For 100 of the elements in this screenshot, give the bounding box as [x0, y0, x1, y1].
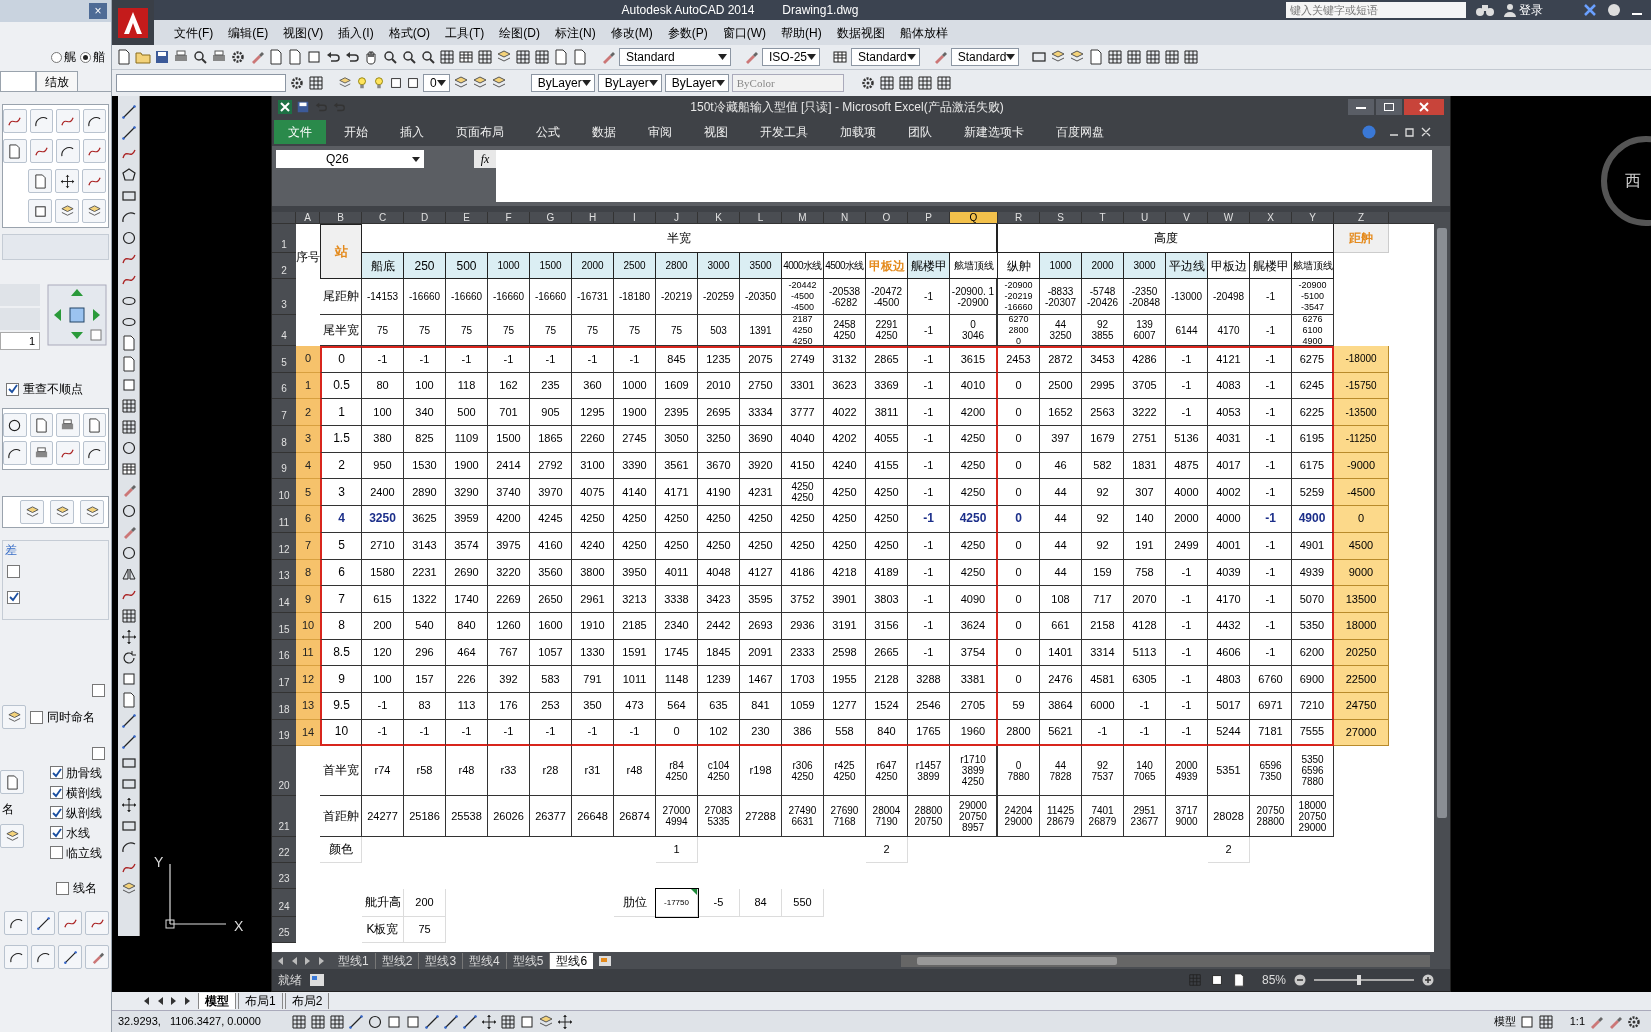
row-header[interactable]: 20 — [272, 746, 296, 797]
menu-item[interactable]: 工具(T) — [445, 23, 485, 42]
column-header[interactable]: R — [998, 212, 1040, 224]
square-icon[interactable] — [1209, 973, 1224, 987]
row-header[interactable]: 24 — [272, 889, 296, 918]
circle-icon[interactable] — [120, 503, 137, 519]
circle-icon[interactable] — [120, 440, 137, 456]
line-icon[interactable] — [120, 125, 137, 141]
linetype-dropdown[interactable]: ByLayer — [597, 74, 662, 92]
spreadsheet-logo-icon[interactable] — [278, 100, 292, 114]
column-header[interactable]: Q — [950, 212, 998, 224]
grid-icon[interactable] — [1145, 49, 1162, 65]
column-header[interactable]: A — [296, 212, 320, 224]
maximize-button[interactable] — [1376, 99, 1402, 115]
grid-icon[interactable] — [439, 49, 455, 65]
menu-item[interactable]: 修改(M) — [610, 23, 653, 42]
menu-item[interactable]: 格式(O) — [388, 23, 430, 42]
gear-icon[interactable] — [230, 49, 246, 65]
ribbon-tab[interactable]: 百度网盘 — [1042, 120, 1118, 144]
polygon-icon[interactable] — [120, 167, 137, 183]
circle-icon[interactable] — [120, 545, 137, 561]
checkbox[interactable] — [50, 766, 63, 779]
circle-icon[interactable] — [120, 230, 137, 246]
sign-in-link[interactable]: 登录 — [1519, 1, 1543, 19]
ribbon-tab[interactable]: 文件 — [274, 120, 326, 144]
row-header[interactable]: 11 — [272, 506, 296, 533]
grid-icon[interactable] — [935, 75, 952, 91]
line-icon[interactable] — [120, 734, 137, 750]
column-header[interactable]: Y — [1292, 212, 1334, 224]
grid-icon[interactable] — [1164, 49, 1181, 65]
new-sheet-icon[interactable] — [597, 954, 614, 967]
model-space-button[interactable]: 模型 — [1493, 1013, 1516, 1030]
grid-icon[interactable] — [1126, 49, 1143, 65]
column-header[interactable]: G — [530, 212, 572, 224]
search-field[interactable]: 键入关键字或短语 — [1286, 2, 1466, 18]
layers-icon[interactable] — [338, 76, 352, 90]
arc-icon[interactable] — [120, 839, 137, 855]
table-icon[interactable] — [458, 49, 474, 65]
ribbon-tab[interactable]: 开发工具 — [746, 120, 822, 144]
grid-icon[interactable] — [329, 1013, 345, 1030]
column-header[interactable]: K — [698, 212, 740, 224]
row-header[interactable]: 4 — [272, 315, 296, 346]
lineweight-dropdown[interactable]: ByLayer — [664, 74, 729, 92]
row-header[interactable]: 14 — [272, 586, 296, 613]
checkbox[interactable] — [56, 881, 69, 895]
column-header[interactable]: O — [866, 212, 908, 224]
column-header[interactable]: I — [614, 212, 656, 224]
move-icon[interactable] — [557, 1013, 573, 1030]
help-icon[interactable] — [1607, 3, 1621, 17]
panel-tab[interactable] — [0, 71, 36, 91]
view-cube[interactable]: 西 — [1601, 136, 1651, 226]
user-icon[interactable] — [1504, 3, 1516, 17]
checkbox[interactable] — [92, 684, 105, 697]
rect-icon[interactable] — [120, 188, 137, 204]
close-button[interactable]: × — [89, 3, 107, 19]
checkbox[interactable] — [50, 846, 63, 859]
column-header[interactable]: L — [740, 212, 782, 224]
square-icon[interactable] — [406, 76, 420, 90]
line-icon[interactable] — [462, 1013, 478, 1030]
row-header[interactable]: 9 — [272, 452, 296, 480]
magnifier-icon[interactable] — [192, 49, 208, 65]
line-icon[interactable] — [348, 1013, 364, 1030]
window-controls-icon[interactable] — [1388, 126, 1432, 138]
app-logo[interactable] — [112, 0, 154, 45]
style-dropdown[interactable]: ISO-25 — [762, 48, 820, 66]
ribbon-tab[interactable]: 开始 — [330, 120, 382, 144]
scrollbar-thumb[interactable] — [1437, 228, 1447, 818]
panel-tab[interactable]: 结放 — [36, 71, 78, 91]
row-header[interactable]: 15 — [272, 612, 296, 640]
ribbon-tab[interactable]: 新建选项卡 — [950, 120, 1038, 144]
magnifier-icon[interactable] — [420, 49, 436, 65]
column-header[interactable]: X — [1250, 212, 1292, 224]
zoom-out-icon[interactable] — [1294, 974, 1306, 986]
rect-icon[interactable] — [120, 755, 137, 771]
column-header[interactable]: T — [1082, 212, 1124, 224]
row-header[interactable]: 19 — [272, 719, 296, 747]
grid-icon[interactable] — [1537, 1013, 1554, 1030]
rect-icon[interactable] — [1031, 49, 1048, 65]
ribbon-tab[interactable]: 加载项 — [826, 120, 890, 144]
line-icon[interactable] — [120, 713, 137, 729]
table-icon[interactable] — [832, 49, 848, 65]
column-header[interactable]: V — [1166, 212, 1208, 224]
horizontal-scrollbar[interactable] — [901, 954, 1430, 967]
circle-icon[interactable] — [367, 1013, 383, 1030]
radio-option[interactable]: 艏 — [80, 48, 105, 66]
row-header[interactable]: 10 — [272, 479, 296, 507]
checkbox[interactable] — [30, 710, 43, 724]
formula-field[interactable] — [496, 150, 1432, 202]
mirror-icon[interactable] — [120, 566, 137, 582]
gear-icon[interactable] — [859, 75, 876, 91]
grid-icon[interactable] — [310, 1013, 326, 1030]
arc-icon[interactable] — [120, 209, 137, 225]
grid-icon[interactable] — [1183, 49, 1200, 65]
vertical-scrollbar[interactable] — [1434, 212, 1450, 952]
row-header[interactable]: 16 — [272, 639, 296, 667]
menu-item[interactable]: 帮助(H) — [781, 23, 822, 42]
grid-icon[interactable] — [500, 1013, 516, 1030]
line-icon[interactable] — [424, 1013, 440, 1030]
layout-tab[interactable]: 布局1 — [238, 993, 283, 1009]
grid-icon[interactable] — [515, 49, 531, 65]
